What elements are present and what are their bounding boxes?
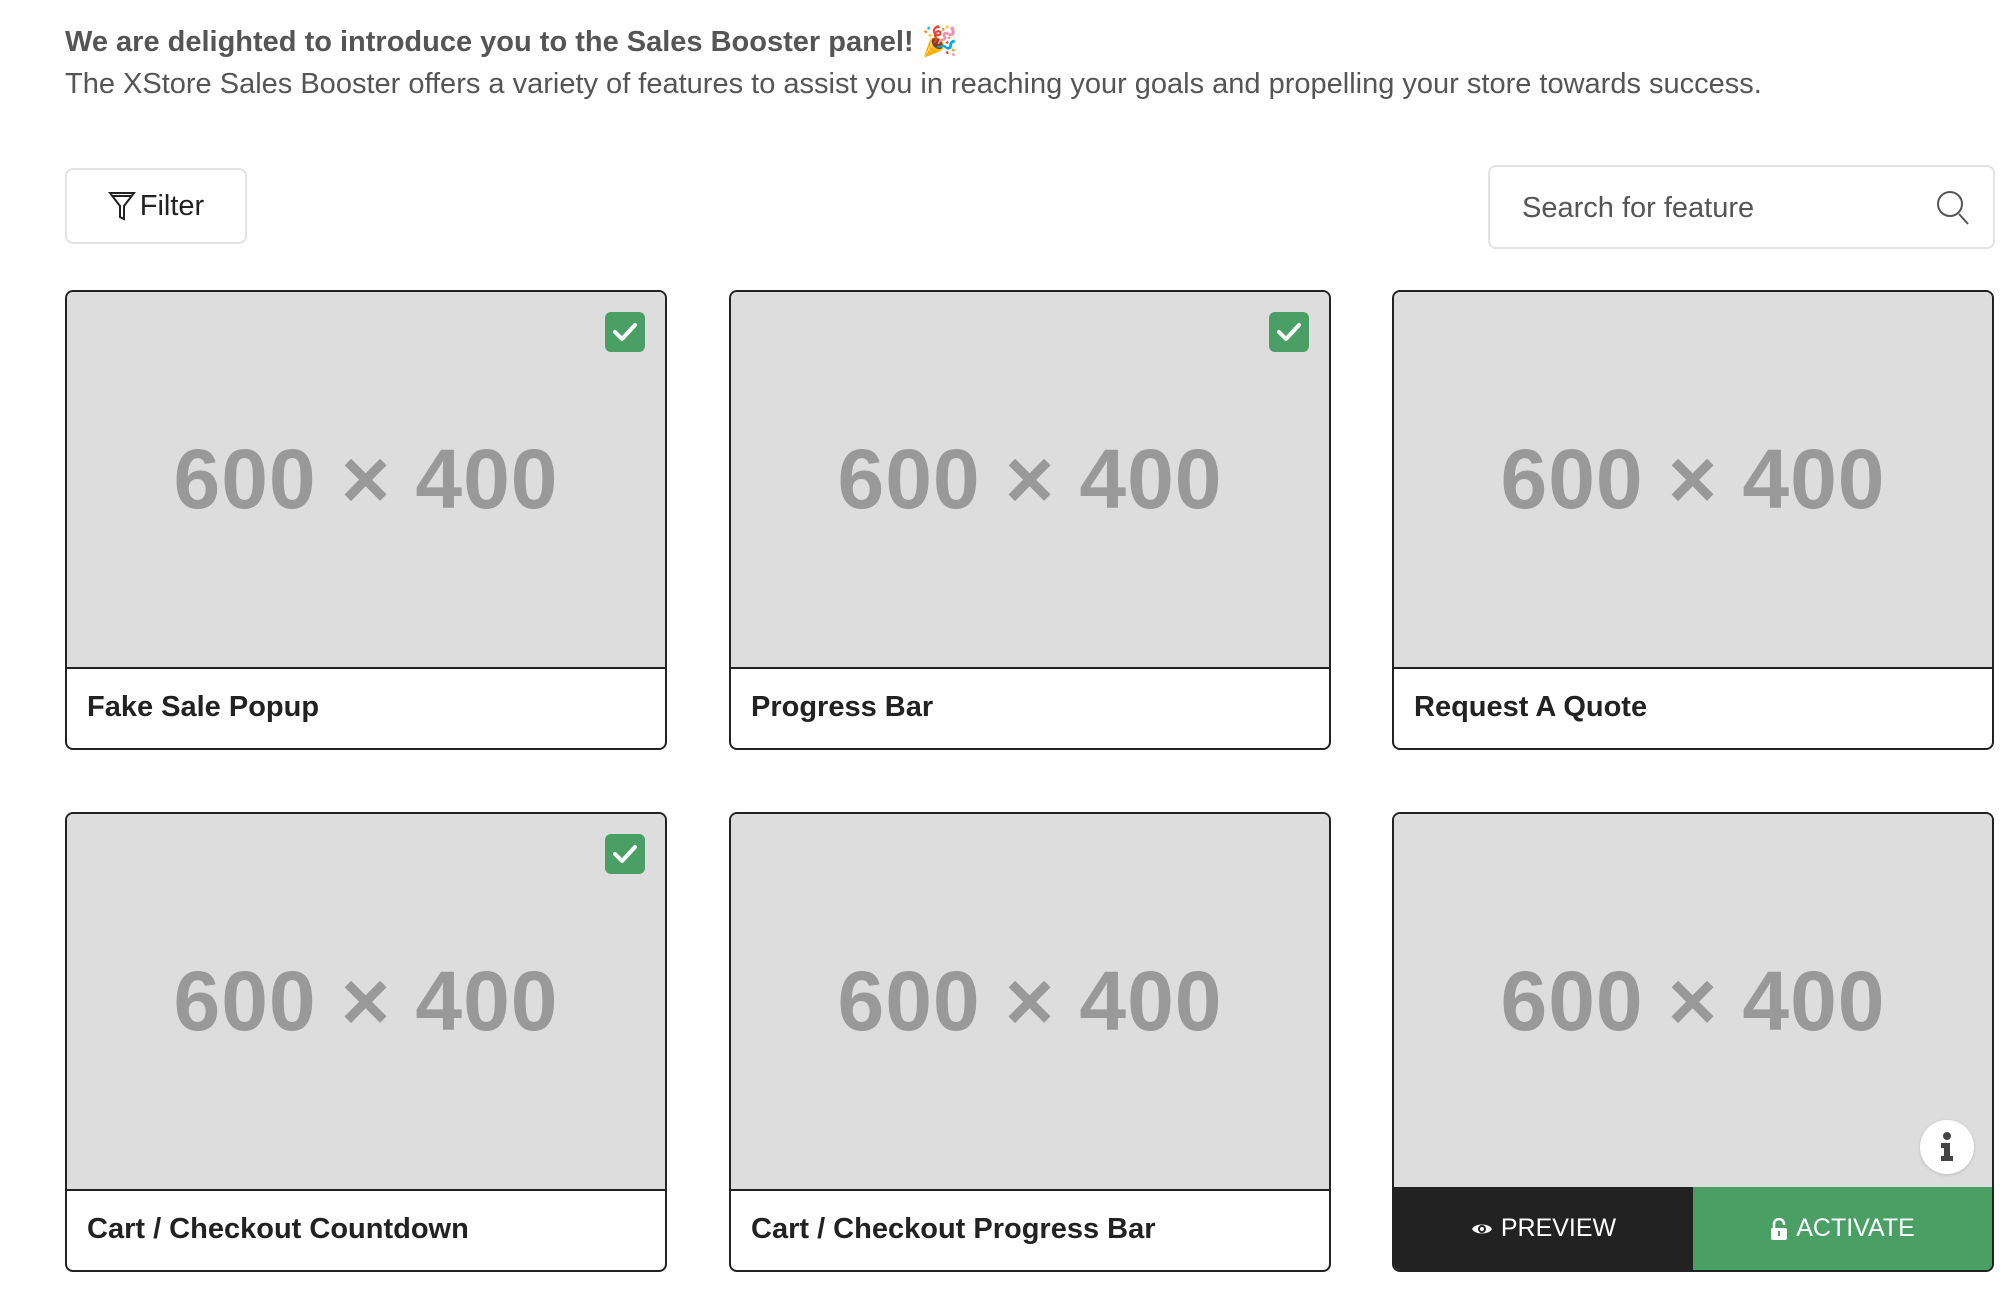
card-actions: Preview Activate [1394, 1187, 1992, 1270]
intro-heading: We are delighted to introduce you to the… [65, 26, 958, 58]
feature-title: Fake Sale Popup [87, 691, 320, 723]
feature-card-fake-sale-popup[interactable]: 600 × 400 Fake Sale Popup [65, 290, 667, 750]
placeholder-text: 600 × 400 [837, 954, 1223, 1048]
feature-thumbnail: 600 × 400 [1394, 814, 1992, 1191]
info-button[interactable] [1920, 1120, 1974, 1174]
feature-title: Request A Quote [1414, 691, 1648, 723]
checkmark-icon [613, 845, 637, 863]
feature-thumbnail: 600 × 400 [731, 292, 1329, 669]
active-check-badge [605, 312, 645, 352]
intro-section: We are delighted to introduce you to the… [65, 22, 1762, 104]
placeholder-text: 600 × 400 [1500, 432, 1886, 526]
unlock-icon [1771, 1217, 1788, 1240]
preview-button[interactable]: Preview [1394, 1187, 1693, 1270]
feature-thumbnail: 600 × 400 [1394, 292, 1992, 669]
activate-button[interactable]: Activate [1693, 1187, 1992, 1270]
active-check-badge [1269, 312, 1309, 352]
checkmark-icon [613, 323, 637, 341]
intro-description: The XStore Sales Booster offers a variet… [65, 68, 1762, 100]
checkmark-icon [1277, 323, 1301, 341]
placeholder-text: 600 × 400 [173, 954, 559, 1048]
search-box[interactable] [1488, 165, 1995, 249]
placeholder-text: 600 × 400 [837, 432, 1223, 526]
activate-label: Activate [1796, 1214, 1915, 1242]
search-icon[interactable] [1935, 189, 1971, 227]
feature-title: Progress Bar [751, 691, 934, 723]
search-input[interactable] [1520, 167, 1924, 249]
feature-card-hovered[interactable]: 600 × 400 Preview Activate [1392, 812, 1994, 1272]
filter-button[interactable]: Filter [65, 168, 247, 244]
feature-title: Cart / Checkout Progress Bar [751, 1213, 1156, 1245]
active-check-badge [605, 834, 645, 874]
eye-icon [1471, 1224, 1492, 1233]
feature-thumbnail: 600 × 400 [67, 814, 665, 1191]
feature-title: Cart / Checkout Countdown [87, 1213, 469, 1245]
feature-thumbnail: 600 × 400 [67, 292, 665, 669]
placeholder-text: 600 × 400 [173, 432, 559, 526]
feature-card-request-a-quote[interactable]: 600 × 400 Request A Quote [1392, 290, 1994, 750]
preview-label: Preview [1500, 1214, 1617, 1242]
feature-card-cart-checkout-countdown[interactable]: 600 × 400 Cart / Checkout Countdown [65, 812, 667, 1272]
filter-label: Filter [139, 189, 205, 222]
placeholder-text: 600 × 400 [1500, 954, 1886, 1048]
feature-card-cart-checkout-progress-bar[interactable]: 600 × 400 Cart / Checkout Progress Bar [729, 812, 1331, 1272]
feature-thumbnail: 600 × 400 [731, 814, 1329, 1191]
filter-icon [107, 192, 136, 221]
feature-card-progress-bar[interactable]: 600 × 400 Progress Bar [729, 290, 1331, 750]
info-icon [1941, 1132, 1953, 1161]
